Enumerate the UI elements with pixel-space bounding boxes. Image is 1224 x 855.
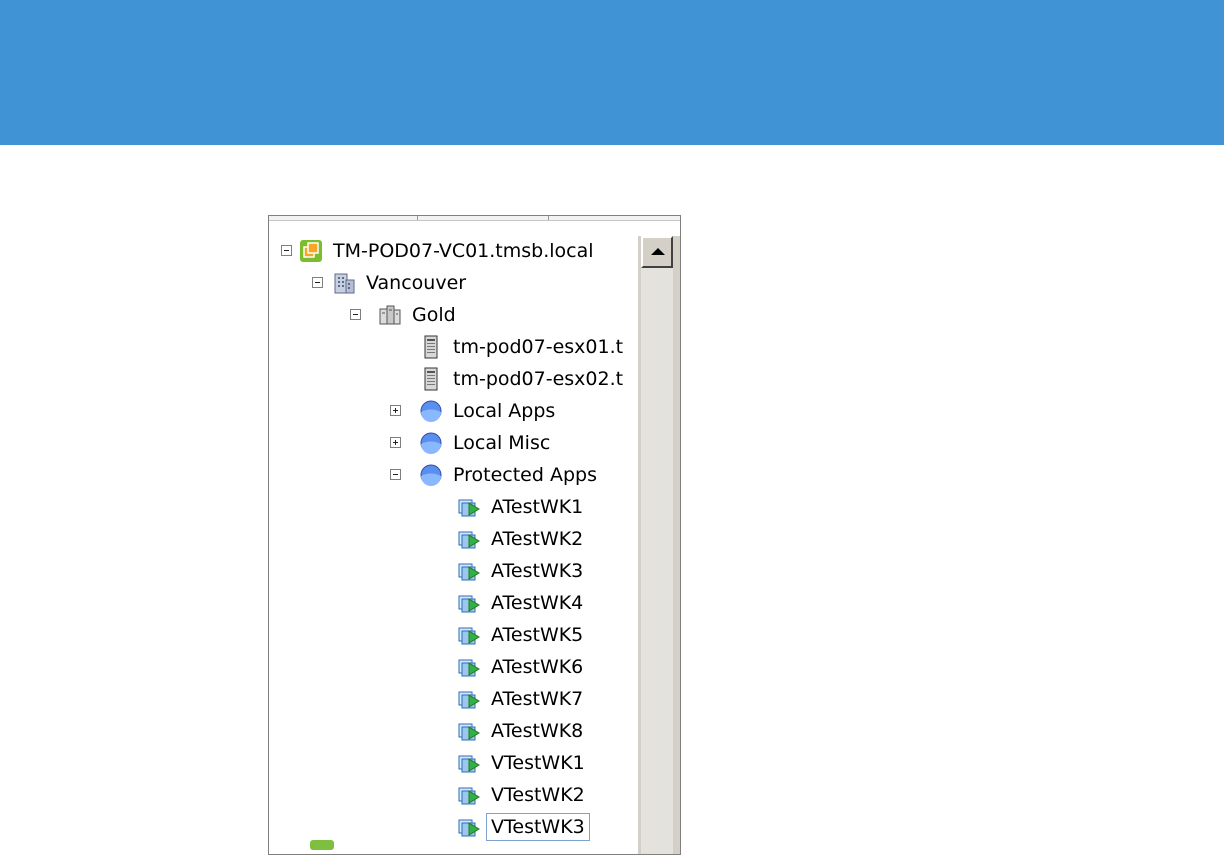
tree-node-vm[interactable]: ATestWK7 bbox=[457, 684, 585, 714]
tree-node-label: tm-pod07-esx02.t bbox=[453, 368, 624, 390]
expand-toggle-local-misc[interactable] bbox=[390, 437, 401, 448]
tree-node-vm[interactable]: ATestWK2 bbox=[457, 524, 585, 554]
expand-toggle-protected-apps[interactable] bbox=[390, 469, 401, 480]
header-banner bbox=[0, 0, 1224, 145]
scroll-track[interactable] bbox=[641, 268, 673, 854]
tree-node-label: Vancouver bbox=[366, 272, 467, 294]
resource-pool-icon bbox=[420, 464, 442, 486]
vm-icon bbox=[458, 659, 480, 677]
tree-node-label: ATestWK1 bbox=[491, 496, 584, 518]
inventory-tree-panel: TM-POD07-VC01.tmsb.local Vancouver Gold … bbox=[268, 215, 681, 855]
tree-node-label: ATestWK3 bbox=[491, 560, 584, 582]
cluster-icon bbox=[379, 305, 401, 325]
expand-toggle-datacenter[interactable] bbox=[312, 277, 323, 288]
tree-node-resource-pool[interactable]: Local Apps bbox=[419, 396, 557, 426]
resource-pool-icon bbox=[420, 432, 442, 454]
arrow-up-icon bbox=[651, 248, 665, 255]
panel-header-strip bbox=[269, 216, 680, 221]
inventory-tree: TM-POD07-VC01.tmsb.local Vancouver Gold … bbox=[269, 222, 638, 854]
expand-toggle-cluster[interactable] bbox=[350, 309, 361, 320]
tree-node-vm[interactable]: VTestWK1 bbox=[457, 748, 587, 778]
tree-node-host[interactable]: tm-pod07-esx02.t bbox=[419, 364, 625, 394]
vm-icon bbox=[458, 531, 480, 549]
tree-node-vm[interactable]: ATestWK5 bbox=[457, 620, 585, 650]
tree-node-label: tm-pod07-esx01.t bbox=[453, 336, 624, 358]
vm-icon bbox=[458, 755, 480, 773]
tree-node-vm[interactable]: ATestWK6 bbox=[457, 652, 585, 682]
datacenter-icon bbox=[334, 273, 355, 294]
tree-node-label: ATestWK5 bbox=[491, 624, 584, 646]
expand-toggle-root[interactable] bbox=[281, 245, 292, 256]
vm-icon bbox=[458, 595, 480, 613]
host-icon bbox=[424, 335, 438, 359]
vm-icon bbox=[458, 499, 480, 517]
tree-node-label: TM-POD07-VC01.tmsb.local bbox=[333, 240, 594, 262]
resource-pool-icon bbox=[420, 400, 442, 422]
vm-icon bbox=[458, 819, 480, 837]
tree-node-label: Gold bbox=[412, 304, 456, 326]
tree-node-label: VTestWK3 bbox=[486, 813, 590, 841]
tree-node-resource-pool[interactable]: Protected Apps bbox=[419, 460, 599, 490]
vm-icon bbox=[458, 787, 480, 805]
tree-node-vm[interactable]: ATestWK1 bbox=[457, 492, 585, 522]
tree-node-label: VTestWK2 bbox=[491, 784, 585, 806]
vertical-scrollbar[interactable] bbox=[638, 236, 680, 854]
tree-node-label: ATestWK6 bbox=[491, 656, 584, 678]
tree-node-datacenter[interactable]: Vancouver bbox=[332, 268, 468, 298]
tree-node-label: ATestWK8 bbox=[491, 720, 584, 742]
vcenter-icon bbox=[300, 240, 322, 262]
tree-node-label: VTestWK1 bbox=[491, 752, 585, 774]
vm-icon bbox=[458, 627, 480, 645]
tree-node-vm[interactable]: ATestWK8 bbox=[457, 716, 585, 746]
tree-node-vm[interactable]: VTestWK3 bbox=[457, 812, 590, 842]
tree-node-label: ATestWK2 bbox=[491, 528, 584, 550]
tree-node-vcenter[interactable]: TM-POD07-VC01.tmsb.local bbox=[299, 236, 596, 266]
vm-icon bbox=[458, 563, 480, 581]
tree-node-label: ATestWK7 bbox=[491, 688, 584, 710]
tree-node-vm[interactable]: ATestWK3 bbox=[457, 556, 585, 586]
tree-node-host[interactable]: tm-pod07-esx01.t bbox=[419, 332, 625, 362]
next-vcenter-icon bbox=[310, 840, 334, 850]
tree-node-resource-pool[interactable]: Local Misc bbox=[419, 428, 552, 458]
host-icon bbox=[424, 367, 438, 391]
vm-icon bbox=[458, 723, 480, 741]
tree-node-vm[interactable]: ATestWK4 bbox=[457, 588, 585, 618]
tree-node-label: Local Misc bbox=[453, 432, 551, 454]
tree-node-vm[interactable]: VTestWK2 bbox=[457, 780, 587, 810]
scroll-up-button[interactable] bbox=[641, 236, 673, 268]
vm-icon bbox=[458, 691, 480, 709]
tree-node-cluster[interactable]: Gold bbox=[378, 300, 458, 330]
tree-node-label: Protected Apps bbox=[453, 464, 597, 486]
tree-node-label: ATestWK4 bbox=[491, 592, 584, 614]
tree-node-label: Local Apps bbox=[453, 400, 556, 422]
expand-toggle-local-apps[interactable] bbox=[390, 405, 401, 416]
